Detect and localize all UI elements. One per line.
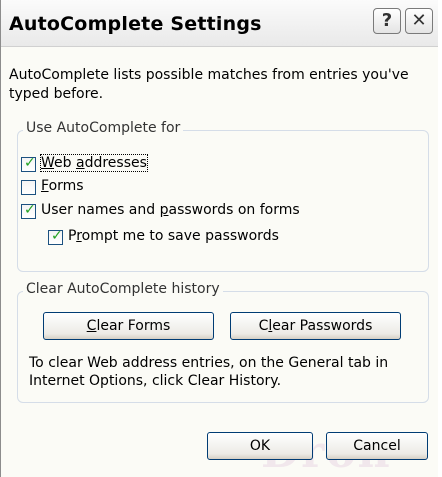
close-button[interactable]: ✕ bbox=[405, 8, 433, 34]
web-addresses-checkbox[interactable]: ✓ bbox=[21, 155, 36, 172]
clear-note-line-2: Internet Options, click Clear History. bbox=[29, 373, 282, 389]
user-names-passwords-checkbox[interactable]: ✓ bbox=[21, 202, 36, 219]
checkmark-icon: ✓ bbox=[24, 155, 36, 171]
dialog-title: AutoComplete Settings bbox=[9, 13, 262, 35]
use-autocomplete-legend: Use AutoComplete for bbox=[23, 120, 184, 136]
clear-note-line-1: To clear Web address entries, on the Gen… bbox=[29, 355, 389, 371]
checkmark-icon: ✓ bbox=[24, 202, 36, 218]
use-autocomplete-group bbox=[17, 130, 429, 272]
help-button[interactable]: ? bbox=[373, 8, 401, 34]
autocomplete-settings-dialog: AutoComplete Settings ? ✕ Dron AutoCompl… bbox=[0, 0, 440, 477]
background-strip bbox=[438, 0, 442, 477]
forms-checkbox[interactable] bbox=[21, 180, 36, 195]
user-names-passwords-label[interactable]: User names and passwords on forms bbox=[41, 202, 300, 218]
prompt-save-passwords-label[interactable]: Prompt me to save passwords bbox=[68, 228, 279, 244]
checkmark-icon: ✓ bbox=[51, 228, 63, 244]
clear-history-legend: Clear AutoComplete history bbox=[23, 281, 223, 297]
intro-line-1: AutoComplete lists possible matches from… bbox=[9, 67, 409, 83]
clear-forms-button[interactable]: Clear Forms bbox=[43, 312, 214, 340]
intro-line-2: typed before. bbox=[9, 86, 104, 102]
forms-label[interactable]: Forms bbox=[41, 178, 84, 194]
prompt-save-passwords-checkbox[interactable]: ✓ bbox=[48, 228, 63, 245]
dialog-body: Dron AutoComplete lists possible matches… bbox=[1, 47, 439, 477]
clear-passwords-button[interactable]: Clear Passwords bbox=[230, 312, 401, 340]
title-bar[interactable]: AutoComplete Settings ? ✕ bbox=[1, 0, 439, 47]
cancel-button[interactable]: Cancel bbox=[326, 432, 428, 460]
web-addresses-label[interactable]: Web addresses bbox=[40, 154, 148, 172]
ok-button[interactable]: OK bbox=[207, 432, 313, 460]
